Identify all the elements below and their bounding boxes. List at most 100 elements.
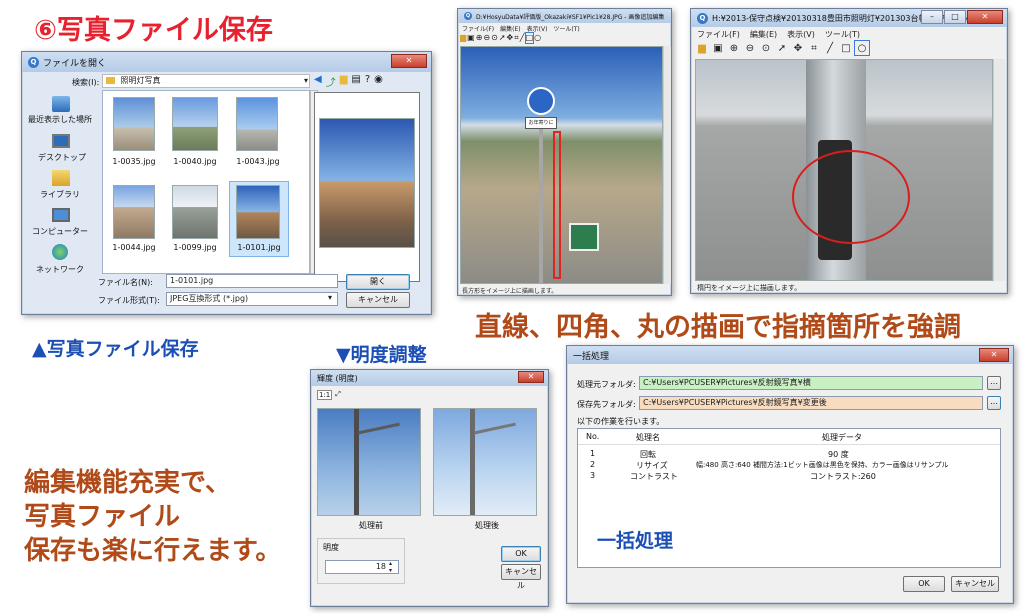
- nav-computer[interactable]: コンピューター: [32, 226, 88, 237]
- ok-button[interactable]: OK: [501, 546, 541, 562]
- move-icon[interactable]: ✥: [791, 41, 805, 55]
- menu-tools[interactable]: ツール(T): [825, 29, 860, 40]
- dst-folder-input[interactable]: C:¥Users¥PCUSER¥Pictures¥反射鏡写真¥変更後: [639, 396, 983, 410]
- nav-recent[interactable]: 最近表示した場所: [28, 114, 92, 125]
- filename-input[interactable]: 1-0101.jpg: [166, 274, 338, 288]
- close-button[interactable]: ✕: [979, 348, 1009, 362]
- menu-file[interactable]: ファイル(F): [697, 29, 740, 40]
- thumb-label: 1-0044.jpg: [112, 243, 156, 252]
- open-folder-icon[interactable]: ▆: [695, 41, 709, 55]
- drawn-rectangle[interactable]: [553, 131, 561, 279]
- close-button[interactable]: ✕: [391, 54, 427, 68]
- zoom-out-icon[interactable]: ⊖: [483, 33, 490, 43]
- nav-network[interactable]: ネットワーク: [36, 264, 84, 275]
- actual-size-icon[interactable]: 1:1: [317, 390, 333, 400]
- zoom-fit-icon[interactable]: ⊙: [759, 41, 773, 55]
- zoom-in-icon[interactable]: ⊕: [476, 33, 483, 43]
- app-icon: Q: [28, 56, 39, 68]
- thumb-image[interactable]: [113, 97, 155, 151]
- editor1-titlebar: Q D:¥HosyuData¥評価版_Okazaki¥SF1¥Pic1¥28.J…: [458, 9, 671, 23]
- back-icon[interactable]: ◀: [314, 74, 322, 89]
- file-list-pane[interactable]: 1-0035.jpg 1-0040.jpg 1-0043.jpg 1-0044.…: [102, 90, 310, 274]
- menu-tools[interactable]: ツール(T): [553, 24, 579, 33]
- draw-caption: 直線、四角、丸の描画で指摘箇所を強調: [475, 312, 961, 343]
- close-button[interactable]: ✕: [967, 10, 1003, 24]
- crop-icon[interactable]: ⌗: [514, 33, 519, 43]
- cancel-button[interactable]: キャンセル: [346, 292, 410, 308]
- menu-file[interactable]: ファイル(F): [462, 24, 494, 33]
- network-icon[interactable]: [52, 244, 68, 260]
- help-icon[interactable]: ?: [365, 74, 370, 89]
- table-row: リサイズ: [636, 461, 668, 470]
- up-folder-icon[interactable]: ⤴: [326, 74, 336, 89]
- minimize-button[interactable]: –: [921, 10, 943, 24]
- rectangle-icon[interactable]: □: [839, 41, 853, 55]
- thumb-image[interactable]: [172, 97, 218, 151]
- ellipse-icon[interactable]: ○: [534, 33, 541, 43]
- editor2-image[interactable]: [695, 59, 993, 281]
- zoom-out-icon[interactable]: ⊖: [743, 41, 757, 55]
- drawn-ellipse[interactable]: [792, 150, 910, 244]
- brightness-caption: ▼明度調整: [336, 344, 427, 366]
- src-folder-input[interactable]: C:¥Users¥PCUSER¥Pictures¥反射鏡写真¥横: [639, 376, 983, 390]
- page-heading: ⑥写真ファイル保存: [34, 15, 273, 46]
- thumb-image[interactable]: [113, 185, 155, 239]
- look-in-chevron-down-icon[interactable]: ▾: [304, 76, 308, 85]
- col-no[interactable]: No.: [586, 432, 599, 441]
- col-data[interactable]: 処理データ: [822, 432, 862, 443]
- filetype-select[interactable]: JPEG互換形式 (*.jpg): [166, 292, 338, 306]
- view-menu-icon[interactable]: ▤: [351, 74, 360, 89]
- green-sign: [569, 223, 599, 251]
- save-icon[interactable]: ▣: [467, 33, 475, 43]
- look-in-select[interactable]: 照明灯写真: [102, 74, 310, 88]
- table-row: 回転: [640, 450, 656, 459]
- col-name[interactable]: 処理名: [636, 432, 660, 443]
- new-folder-icon[interactable]: ▆: [340, 74, 348, 89]
- preview-icon[interactable]: ◉: [374, 74, 383, 89]
- thumb-label: 1-0099.jpg: [173, 243, 217, 252]
- thumb-image[interactable]: [236, 97, 278, 151]
- zoom-in-icon[interactable]: ⊕: [727, 41, 741, 55]
- brightness-spin-input[interactable]: 18: [325, 560, 399, 574]
- spin-arrows-icon[interactable]: ▴ ▾: [389, 560, 392, 574]
- cancel-button[interactable]: キャンセル: [951, 576, 999, 592]
- crop-icon[interactable]: ⌗: [807, 41, 821, 55]
- editor2-scrollbar[interactable]: [993, 59, 1005, 281]
- open-folder-icon[interactable]: ▆: [460, 33, 466, 43]
- thumb-image[interactable]: [236, 185, 280, 239]
- thumb-image[interactable]: [172, 185, 218, 239]
- editor1-scrollbar[interactable]: [663, 46, 671, 284]
- dst-browse-button[interactable]: …: [987, 396, 1001, 410]
- editor1-image[interactable]: お年寄りに: [460, 46, 663, 284]
- fit-icon[interactable]: ⤢: [335, 390, 341, 400]
- menu-view[interactable]: 表示(V): [527, 24, 548, 33]
- open-button[interactable]: 開く: [346, 274, 410, 290]
- ok-button[interactable]: OK: [903, 576, 945, 592]
- menu-edit[interactable]: 編集(E): [500, 24, 520, 33]
- computer-icon[interactable]: [52, 208, 70, 222]
- menu-edit[interactable]: 編集(E): [750, 29, 777, 40]
- table-row: 90 度: [828, 450, 849, 459]
- pole: [470, 409, 475, 515]
- table-row: 幅:480 高さ:640 補間方法:1ビット画像は黒色を保持、カラー画像はリサン…: [696, 461, 949, 469]
- ellipse-icon[interactable]: ○: [854, 40, 870, 56]
- pointer-icon[interactable]: ➚: [775, 41, 789, 55]
- maximize-button[interactable]: □: [944, 10, 966, 24]
- rectangle-icon[interactable]: □: [524, 32, 535, 44]
- cancel-button[interactable]: キャンセル: [501, 564, 541, 590]
- line-icon[interactable]: ╱: [520, 33, 525, 43]
- nav-library[interactable]: ライブラリ: [40, 189, 80, 200]
- pointer-icon[interactable]: ➚: [499, 33, 506, 43]
- library-icon[interactable]: [52, 170, 70, 186]
- close-button[interactable]: ✕: [518, 371, 544, 383]
- line-icon[interactable]: ╱: [823, 41, 837, 55]
- menu-view[interactable]: 表示(V): [787, 29, 815, 40]
- zoom-fit-icon[interactable]: ⊙: [491, 33, 498, 43]
- src-browse-button[interactable]: …: [987, 376, 1001, 390]
- save-icon[interactable]: ▣: [711, 41, 725, 55]
- filetype-chevron-down-icon[interactable]: ▾: [328, 293, 332, 302]
- nav-desktop[interactable]: デスクトップ: [38, 152, 86, 163]
- desktop-icon[interactable]: [52, 134, 70, 148]
- move-icon[interactable]: ✥: [507, 33, 514, 43]
- recent-places-icon[interactable]: [52, 96, 70, 112]
